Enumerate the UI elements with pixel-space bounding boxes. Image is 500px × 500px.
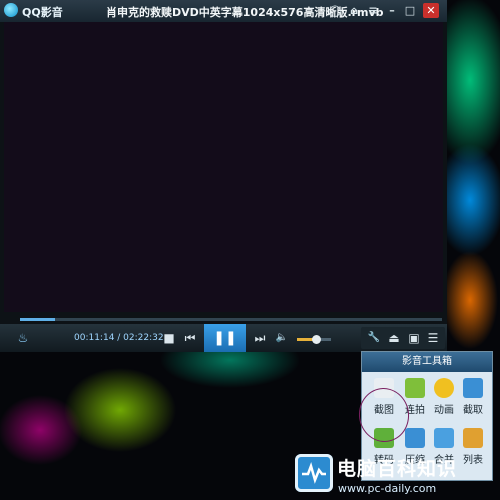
- grid-icon: [405, 378, 425, 398]
- watermark-brand: 电脑百科知识: [337, 458, 458, 480]
- list-icon: [463, 428, 483, 448]
- merge-icon: [434, 428, 454, 448]
- clip-tool[interactable]: 截取: [458, 378, 488, 420]
- playlist-icon[interactable]: ☰: [424, 330, 442, 346]
- fullscreen-icon[interactable]: ▣: [405, 330, 423, 346]
- seek-bar-fill: [20, 318, 56, 321]
- volume-slider[interactable]: [297, 335, 331, 344]
- film-icon: [463, 378, 483, 398]
- control-bar: ♨ 00:11:14 / 02:22:32 ■ ⏮ ❚❚ ⏭ 🔈 🔧 ⏏ ▣ ☰: [0, 324, 447, 352]
- watermark: 电脑百科知识 www.pc-daily.com: [285, 454, 500, 500]
- toolbox-title: 影音工具箱: [362, 352, 492, 372]
- title-bar[interactable]: QQ影音 肖申克的救赎DVD中英字幕1024x576高清晰版.rmvb ◯ ⌂ …: [0, 0, 447, 22]
- player-window: QQ影音 肖申克的救赎DVD中英字幕1024x576高清晰版.rmvb ◯ ⌂ …: [0, 0, 447, 352]
- settings-wrench-icon[interactable]: 🔧: [365, 330, 383, 346]
- previous-button[interactable]: ⏮: [181, 330, 199, 346]
- skin-button[interactable]: ⌂: [346, 3, 362, 18]
- menu-button[interactable]: ≡: [365, 3, 381, 18]
- volume-knob[interactable]: [311, 335, 321, 344]
- eject-icon[interactable]: ⏏: [385, 330, 403, 346]
- mini-mode-button[interactable]: ◯: [327, 3, 343, 18]
- time-display: 00:11:14 / 02:22:32: [74, 333, 164, 343]
- smiley-icon: [434, 378, 454, 398]
- minimize-button[interactable]: –: [384, 3, 400, 18]
- tool-label: 截取: [463, 405, 483, 416]
- tool-button-group: 🔧 ⏏ ▣ ☰: [361, 327, 445, 349]
- next-button[interactable]: ⏭: [251, 330, 269, 346]
- stop-button[interactable]: ■: [160, 330, 178, 346]
- qq-player-logo-icon: [4, 3, 18, 17]
- volume-icon[interactable]: 🔈: [273, 330, 291, 346]
- close-button[interactable]: ✕: [423, 3, 439, 18]
- animation-tool[interactable]: 动画: [429, 378, 459, 420]
- tool-label: 动画: [434, 405, 454, 416]
- watermark-url: www.pc-daily.com: [338, 482, 437, 495]
- compress-icon: [405, 428, 425, 448]
- footprint-icon[interactable]: ♨: [14, 330, 32, 346]
- maximize-button[interactable]: □: [402, 3, 418, 18]
- pause-button[interactable]: ❚❚: [204, 324, 246, 352]
- app-name: QQ影音: [22, 6, 63, 19]
- file-title: 肖申克的救赎DVD中英字幕1024x576高清晰版.rmvb: [106, 6, 384, 19]
- seek-bar[interactable]: [20, 318, 442, 321]
- video-area[interactable]: [4, 22, 443, 312]
- progress-row: [0, 314, 447, 324]
- monitor-logo-icon: [295, 454, 333, 492]
